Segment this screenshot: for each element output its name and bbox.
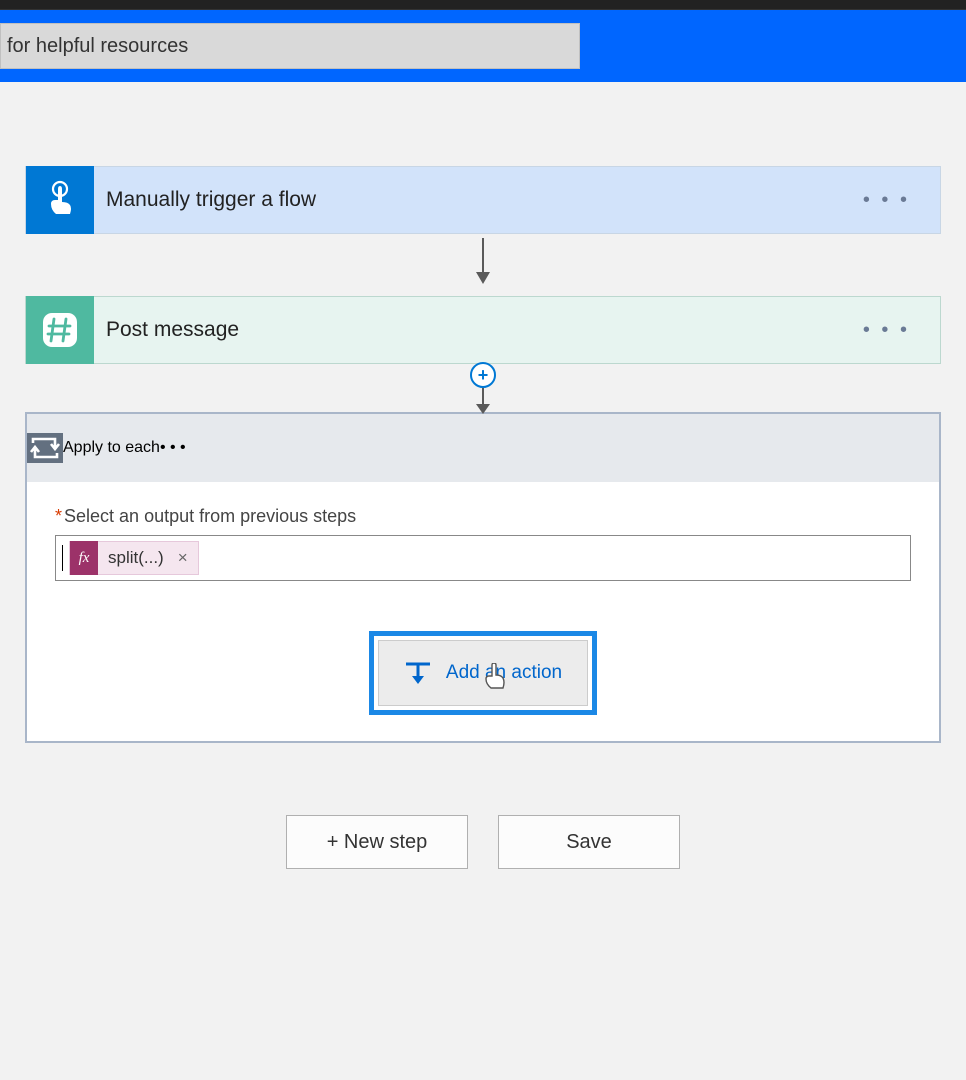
apply-to-each-title: Apply to each bbox=[63, 439, 160, 457]
tutorial-highlight: Add an action bbox=[369, 631, 597, 715]
trigger-card[interactable]: Manually trigger a flow • • • bbox=[25, 166, 941, 234]
save-button[interactable]: Save bbox=[498, 815, 680, 869]
apply-to-each-menu-button[interactable]: • • • bbox=[160, 439, 186, 457]
insert-step-connector: + bbox=[470, 362, 496, 412]
hash-icon bbox=[26, 296, 94, 364]
output-field-label: *Select an output from previous steps bbox=[55, 506, 911, 527]
new-step-button[interactable]: + New step bbox=[286, 815, 468, 869]
search-input[interactable]: for helpful resources bbox=[0, 23, 580, 69]
token-remove-button[interactable]: × bbox=[174, 548, 198, 568]
add-action-button[interactable]: Add an action bbox=[378, 640, 588, 706]
post-message-card[interactable]: Post message • • • bbox=[25, 296, 941, 364]
touch-icon bbox=[26, 166, 94, 234]
trigger-title: Manually trigger a flow bbox=[94, 188, 863, 212]
apply-to-each-card: Apply to each • • • *Select an output fr… bbox=[25, 412, 941, 743]
connector-arrow bbox=[482, 238, 484, 282]
cursor-icon bbox=[483, 663, 505, 691]
search-text: for helpful resources bbox=[7, 35, 188, 58]
top-toolbar: for helpful resources bbox=[0, 10, 966, 82]
post-message-title: Post message bbox=[94, 318, 863, 342]
text-caret bbox=[62, 545, 63, 571]
expression-token[interactable]: fx split(...) × bbox=[69, 541, 199, 575]
trigger-menu-button[interactable]: • • • bbox=[863, 189, 940, 212]
loop-icon bbox=[27, 433, 63, 463]
fx-icon: fx bbox=[70, 541, 98, 575]
post-message-menu-button[interactable]: • • • bbox=[863, 319, 940, 342]
add-action-icon bbox=[404, 660, 432, 686]
apply-to-each-header[interactable]: Apply to each • • • bbox=[27, 414, 939, 482]
output-field-input[interactable]: fx split(...) × bbox=[55, 535, 911, 581]
insert-step-button[interactable]: + bbox=[470, 362, 496, 388]
token-label: split(...) bbox=[98, 548, 174, 568]
